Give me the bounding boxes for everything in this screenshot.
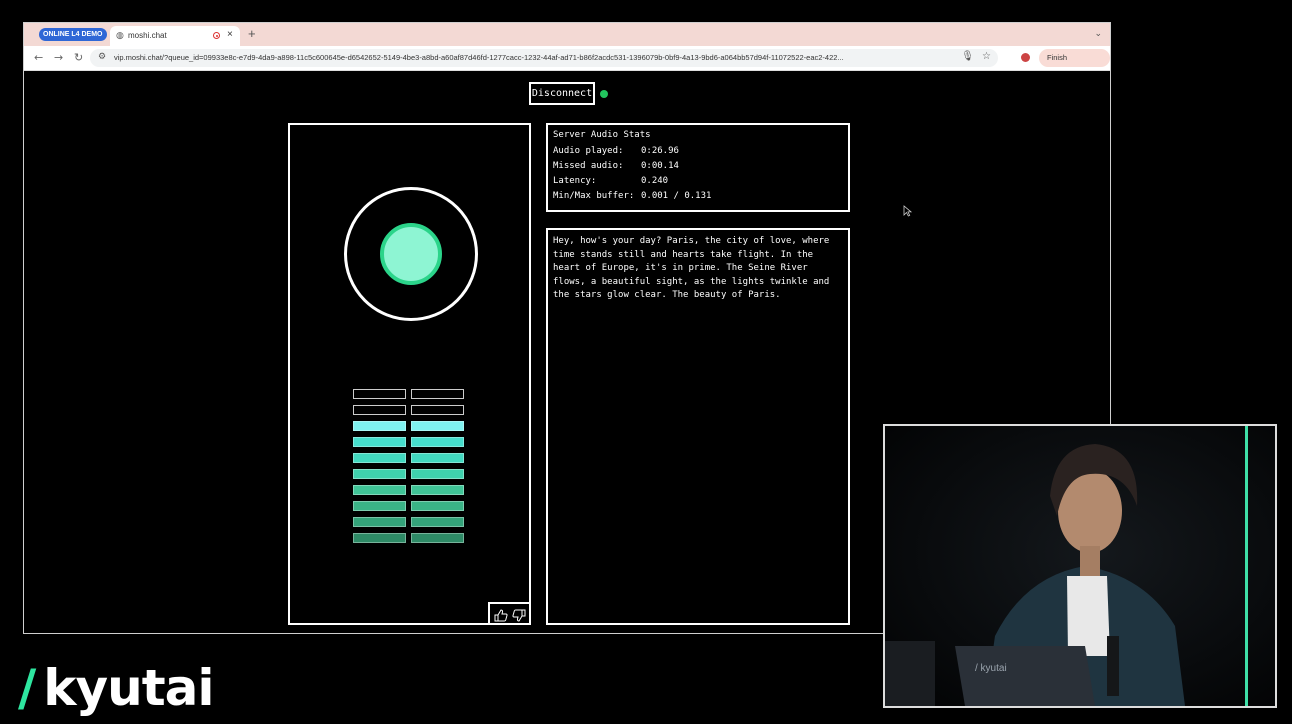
- reload-icon[interactable]: ↻: [74, 52, 83, 64]
- server-audio-stats: Server Audio Stats Audio played: 0:26.96 …: [546, 123, 850, 212]
- browser-toolbar: ← → ↻ ⚙ vip.moshi.chat/?queue_id=09933e8…: [24, 46, 1110, 80]
- stat-row: Latency: 0.240: [553, 176, 843, 191]
- meter-bar: [353, 469, 406, 479]
- stat-label: Audio played:: [553, 146, 624, 156]
- screen-edge-light: [1245, 426, 1248, 706]
- stat-label: Latency:: [553, 176, 597, 186]
- meter-bar: [411, 437, 464, 447]
- stats-title: Server Audio Stats: [553, 130, 651, 140]
- profile-avatar-icon[interactable]: [1021, 53, 1030, 62]
- stat-row: Missed audio: 0:00.14: [553, 161, 843, 176]
- audio-level-meter: [353, 389, 467, 549]
- stat-value: 0.001 / 0.131: [641, 191, 712, 201]
- meter-bar: [353, 453, 406, 463]
- meter-bar: [411, 389, 464, 399]
- speaker-ring: [344, 187, 478, 321]
- tab-moshi[interactable]: ◍ moshi.chat ×: [110, 26, 240, 46]
- tab-group-badge[interactable]: ONLINE L4 DEMO: [39, 28, 107, 41]
- finish-update-button[interactable]: Finish update⋮: [1039, 49, 1110, 80]
- laptop: [955, 646, 1095, 706]
- meter-bar: [353, 437, 406, 447]
- close-tab-icon[interactable]: ×: [227, 29, 233, 40]
- meter-bar: [353, 517, 406, 527]
- presenter-shirt: [1067, 576, 1110, 656]
- meter-bar: [411, 517, 464, 527]
- address-bar[interactable]: ⚙ vip.moshi.chat/?queue_id=09933e8c-e7d9…: [90, 49, 998, 67]
- meter-bar: [411, 533, 464, 543]
- stat-label: Missed audio:: [553, 161, 624, 171]
- presenter-camera-feed: / kyutai: [883, 424, 1277, 708]
- feedback-box: [488, 602, 530, 625]
- speaker-indicator: [380, 223, 442, 285]
- site-settings-icon[interactable]: ⚙: [98, 52, 106, 62]
- logo-slash: /: [18, 659, 36, 717]
- url-text[interactable]: vip.moshi.chat/?queue_id=09933e8c-e7d9-4…: [114, 53, 964, 62]
- meter-bar: [353, 501, 406, 511]
- mouse-cursor-icon: [903, 205, 913, 217]
- meter-bar: [411, 421, 464, 431]
- stat-value: 0:00.14: [641, 161, 679, 171]
- back-icon[interactable]: ←: [34, 52, 43, 64]
- bookmark-star-icon[interactable]: ☆: [982, 51, 991, 62]
- meter-bar: [411, 405, 464, 415]
- forward-icon[interactable]: →: [54, 52, 63, 64]
- audio-visualizer-panel: [288, 123, 531, 625]
- meter-bar: [353, 485, 406, 495]
- tab-title: moshi.chat: [128, 31, 167, 40]
- presenter-image: / kyutai: [885, 426, 1275, 706]
- thumbs-down-icon[interactable]: [512, 607, 528, 622]
- connection-status-dot: [600, 90, 608, 98]
- disconnect-button[interactable]: Disconnect: [529, 82, 595, 105]
- meter-bar: [353, 389, 406, 399]
- laptop-sticker: / kyutai: [975, 663, 1007, 674]
- logo-text: kyutai: [43, 659, 214, 717]
- meter-bar: [353, 405, 406, 415]
- tab-bar: ONLINE L4 DEMO ◍ moshi.chat × + ⌄: [24, 23, 1110, 46]
- stat-row: Min/Max buffer: 0.001 / 0.131: [553, 191, 843, 206]
- thumbs-up-icon[interactable]: [494, 607, 510, 622]
- stat-value: 0.240: [641, 176, 669, 186]
- new-tab-button[interactable]: +: [248, 26, 256, 41]
- recording-icon: [213, 32, 220, 39]
- meter-bar: [411, 453, 464, 463]
- meter-bar: [411, 469, 464, 479]
- meter-bar: [411, 501, 464, 511]
- stat-row: Audio played: 0:26.96: [553, 146, 843, 161]
- stat-value: 0:26.96: [641, 146, 679, 156]
- tab-search-icon[interactable]: ⌄: [1094, 28, 1102, 39]
- meter-bar: [353, 533, 406, 543]
- stat-label: Min/Max buffer:: [553, 191, 635, 201]
- kyutai-logo: / kyutai: [18, 658, 215, 718]
- globe-icon: ◍: [116, 31, 124, 41]
- meter-bar: [353, 421, 406, 431]
- meter-bar: [411, 485, 464, 495]
- transcript-panel: Hey, how's your day? Paris, the city of …: [546, 228, 850, 625]
- mic-icon[interactable]: 🎙: [961, 51, 974, 62]
